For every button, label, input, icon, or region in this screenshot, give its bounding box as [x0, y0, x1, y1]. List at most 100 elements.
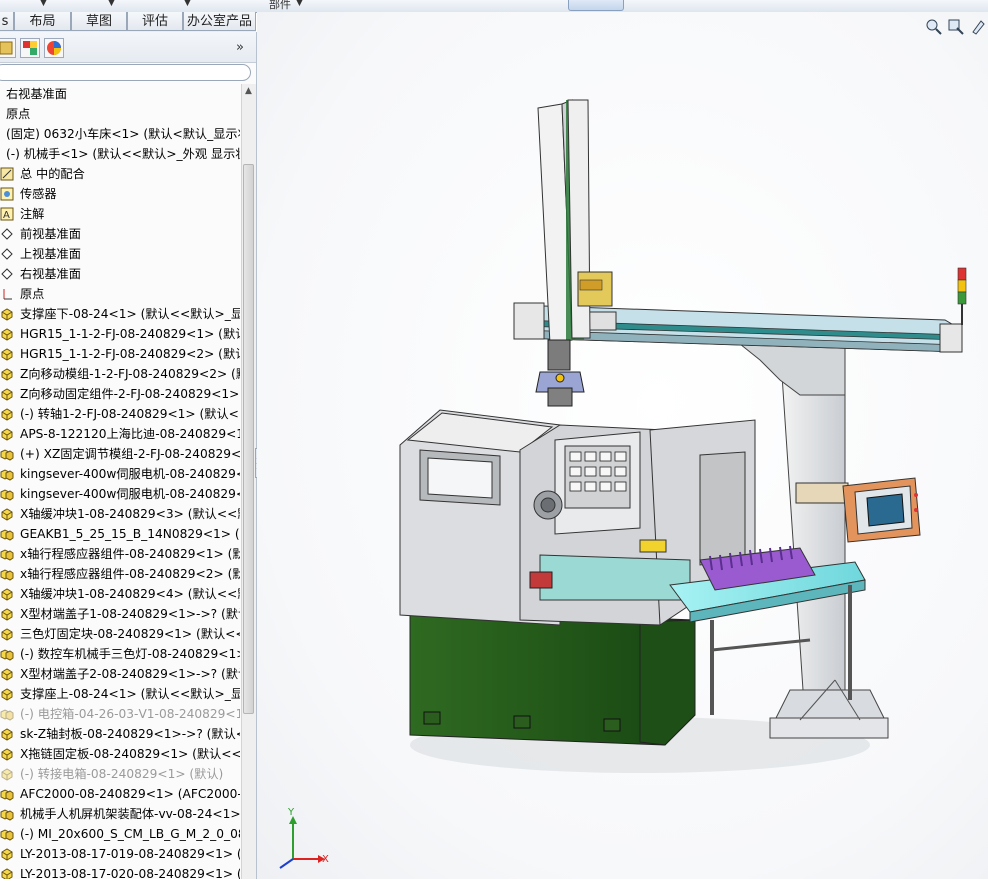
tree-item[interactable]: (-) 转接电箱-08-240829<1> (默认) — [0, 764, 240, 784]
assembly-icon — [0, 487, 14, 501]
part-icon — [0, 867, 14, 879]
tree-item-label: X型材端盖子1-08-240829<1>->? (默认 — [20, 607, 240, 621]
tree-item[interactable]: 右视基准面 — [0, 264, 240, 284]
tab-features[interactable]: s — [0, 12, 14, 31]
z-axis-column — [537, 99, 613, 345]
tab-office-products[interactable]: 办公室产品 — [183, 12, 256, 31]
tree-item[interactable]: HGR15_1-1-2-FJ-08-240829<1> (默认- — [0, 324, 240, 344]
tree-filter-input[interactable] — [0, 64, 251, 81]
plane-icon — [0, 227, 14, 241]
tab-evaluate[interactable]: 评估 — [127, 12, 183, 31]
tree-item-label: LY-2013-08-17-020-08-240829<1> (D — [20, 867, 240, 879]
scroll-up-icon[interactable]: ▲ — [245, 86, 252, 96]
tree-item[interactable]: x轴行程感应器组件-08-240829<1> (默认 — [0, 544, 240, 564]
tree-item[interactable]: 支撑座上-08-24<1> (默认<<默认>_显示 — [0, 684, 240, 704]
tree-item[interactable]: 总 中的配合 — [0, 164, 240, 184]
tree-item[interactable]: AFC2000-08-240829<1> (AFC2000-P< — [0, 784, 240, 804]
tree-item[interactable]: (-) 机械手<1> (默认<<默认>_外观 显示状态 — [0, 144, 240, 164]
tab-sketch[interactable]: 草图 — [71, 12, 127, 31]
assembly-icon — [0, 447, 14, 461]
tree-item[interactable]: 三色灯固定块-08-240829<1> (默认<<默 — [0, 624, 240, 644]
part-icon — [0, 627, 14, 641]
assembly-icon — [0, 467, 14, 481]
svg-text:A: A — [3, 210, 10, 221]
tree-item[interactable]: Z向移动固定组件-2-FJ-08-240829<1> ( — [0, 384, 240, 404]
graphics-viewport[interactable]: Y X — [257, 12, 988, 879]
tree-item[interactable]: 原点 — [0, 104, 240, 124]
expand-panel-button[interactable]: » — [236, 40, 244, 55]
gripper — [535, 339, 585, 407]
scrollbar-thumb[interactable] — [243, 164, 254, 714]
tree-item[interactable]: X型材端盖子2-08-240829<1>->? (默认 — [0, 664, 240, 684]
assembly-icon — [0, 567, 14, 581]
tab-layout[interactable]: 布局 — [14, 12, 71, 31]
tree-item[interactable]: 原点 — [0, 284, 240, 304]
tree-item[interactable]: sk-Z轴封板-08-240829<1>->? (默认<< — [0, 724, 240, 744]
tree-scrollbar[interactable]: ▲ — [241, 84, 256, 879]
part-icon — [0, 367, 14, 381]
tree-item[interactable]: APS-8-122120上海比迪-08-240829<1> — [0, 424, 240, 444]
heads-up-view-toolbar — [925, 18, 985, 38]
tree-item[interactable]: (-) 转轴1-2-FJ-08-240829<1> (默认<< — [0, 404, 240, 424]
part-icon — [0, 667, 14, 681]
tree-item[interactable]: kingsever-400w伺服电机-08-240829<2 — [0, 484, 240, 504]
tree-item[interactable]: (+) XZ固定调节模组-2-FJ-08-240829<2 — [0, 444, 240, 464]
tri-color-lamp — [957, 267, 967, 325]
tree-item[interactable]: 前视基准面 — [0, 224, 240, 244]
panel-toolbar: » — [0, 32, 256, 63]
part-icon — [0, 767, 14, 781]
tree-item-label: 三色灯固定块-08-240829<1> (默认<<默 — [20, 627, 240, 641]
tree-item[interactable]: X轴缓冲块1-08-240829<4> (默认<<默 — [0, 584, 240, 604]
property-manager-icon[interactable] — [20, 38, 40, 58]
tree-item-label: (-) 转接电箱-08-240829<1> (默认) — [20, 767, 224, 781]
part-icon — [0, 307, 14, 321]
tree-item[interactable]: (固定) 0632小车床<1> (默认<默认_显示状态 — [0, 124, 240, 144]
tree-item[interactable]: Z向移动模组-1-2-FJ-08-240829<2> (默 — [0, 364, 240, 384]
tree-item-label: 前视基准面 — [20, 227, 81, 241]
ribbon-button[interactable] — [568, 0, 624, 11]
tree-item[interactable]: LY-2013-08-17-020-08-240829<1> (D — [0, 864, 240, 879]
feature-tree-icon[interactable] — [0, 38, 16, 58]
tree-item[interactable]: X轴缓冲块1-08-240829<3> (默认<<默 — [0, 504, 240, 524]
tree-item[interactable]: X拖链固定板-08-240829<1> (默认<<默 — [0, 744, 240, 764]
tree-item[interactable]: 右视基准面 — [0, 84, 240, 104]
display-manager-icon[interactable] — [44, 38, 64, 58]
tree-item-label: GEAKB1_5_25_15_B_14N0829<1> (GE — [20, 527, 240, 541]
tree-item[interactable]: 机械手人机屏机架装配体-vv-08-24<1> ( — [0, 804, 240, 824]
dropdown-arrow-icon[interactable]: ▼ — [296, 0, 303, 8]
tree-item[interactable]: (-) 数控车机械手三色灯-08-240829<1> ( — [0, 644, 240, 664]
tree-item-label: X拖链固定板-08-240829<1> (默认<<默 — [20, 747, 240, 761]
zoom-area-icon[interactable] — [947, 18, 965, 36]
tree-item[interactable]: (-) MI_20x600_S_CM_LB_G_M_2_0_0829 — [0, 824, 240, 844]
tree-item[interactable]: GEAKB1_5_25_15_B_14N0829<1> (GE — [0, 524, 240, 544]
zoom-to-fit-icon[interactable] — [925, 18, 943, 36]
tree-item-label: 支撑座下-08-24<1> (默认<<默认>_显示 — [20, 307, 240, 321]
tree-item-label: (-) 数控车机械手三色灯-08-240829<1> ( — [20, 647, 240, 661]
dropdown-arrow-icon[interactable]: ▼ — [40, 0, 47, 8]
previous-view-icon[interactable] — [969, 18, 987, 36]
tree-item[interactable]: (-) 电控箱-04-26-03-V1-08-240829<1> — [0, 704, 240, 724]
tree-item-label: 上视基准面 — [20, 247, 81, 261]
tree-item-label: kingsever-400w伺服电机-08-240829<2 — [20, 487, 240, 501]
tree-item[interactable]: X型材端盖子1-08-240829<1>->? (默认 — [0, 604, 240, 624]
tree-item-label: X轴缓冲块1-08-240829<4> (默认<<默 — [20, 587, 240, 601]
part-icon — [0, 387, 14, 401]
tree-item-label: 原点 — [6, 107, 31, 121]
tree-item[interactable]: 传感器 — [0, 184, 240, 204]
assembly-icon — [0, 707, 14, 721]
tree-item[interactable]: kingsever-400w伺服电机-08-240829<1 — [0, 464, 240, 484]
tree-item[interactable]: 支撑座下-08-24<1> (默认<<默认>_显示 — [0, 304, 240, 324]
command-tabs: s 布局 草图 评估 办公室产品 — [0, 12, 256, 33]
part-icon — [0, 747, 14, 761]
tree-item[interactable]: HGR15_1-1-2-FJ-08-240829<2> (默认- — [0, 344, 240, 364]
dropdown-arrow-icon[interactable]: ▼ — [108, 0, 115, 8]
tree-item[interactable]: 上视基准面 — [0, 244, 240, 264]
tree-item[interactable]: A 注解 — [0, 204, 240, 224]
tree-item[interactable]: LY-2013-08-17-019-08-240829<1> (D — [0, 844, 240, 864]
part-icon — [0, 687, 14, 701]
tree-item-label: sk-Z轴封板-08-240829<1>->? (默认<< — [20, 727, 240, 741]
triad-x-label: X — [322, 854, 329, 865]
assembly-icon — [0, 547, 14, 561]
dropdown-arrow-icon[interactable]: ▼ — [184, 0, 191, 8]
tree-item[interactable]: x轴行程感应器组件-08-240829<2> (默认 — [0, 564, 240, 584]
